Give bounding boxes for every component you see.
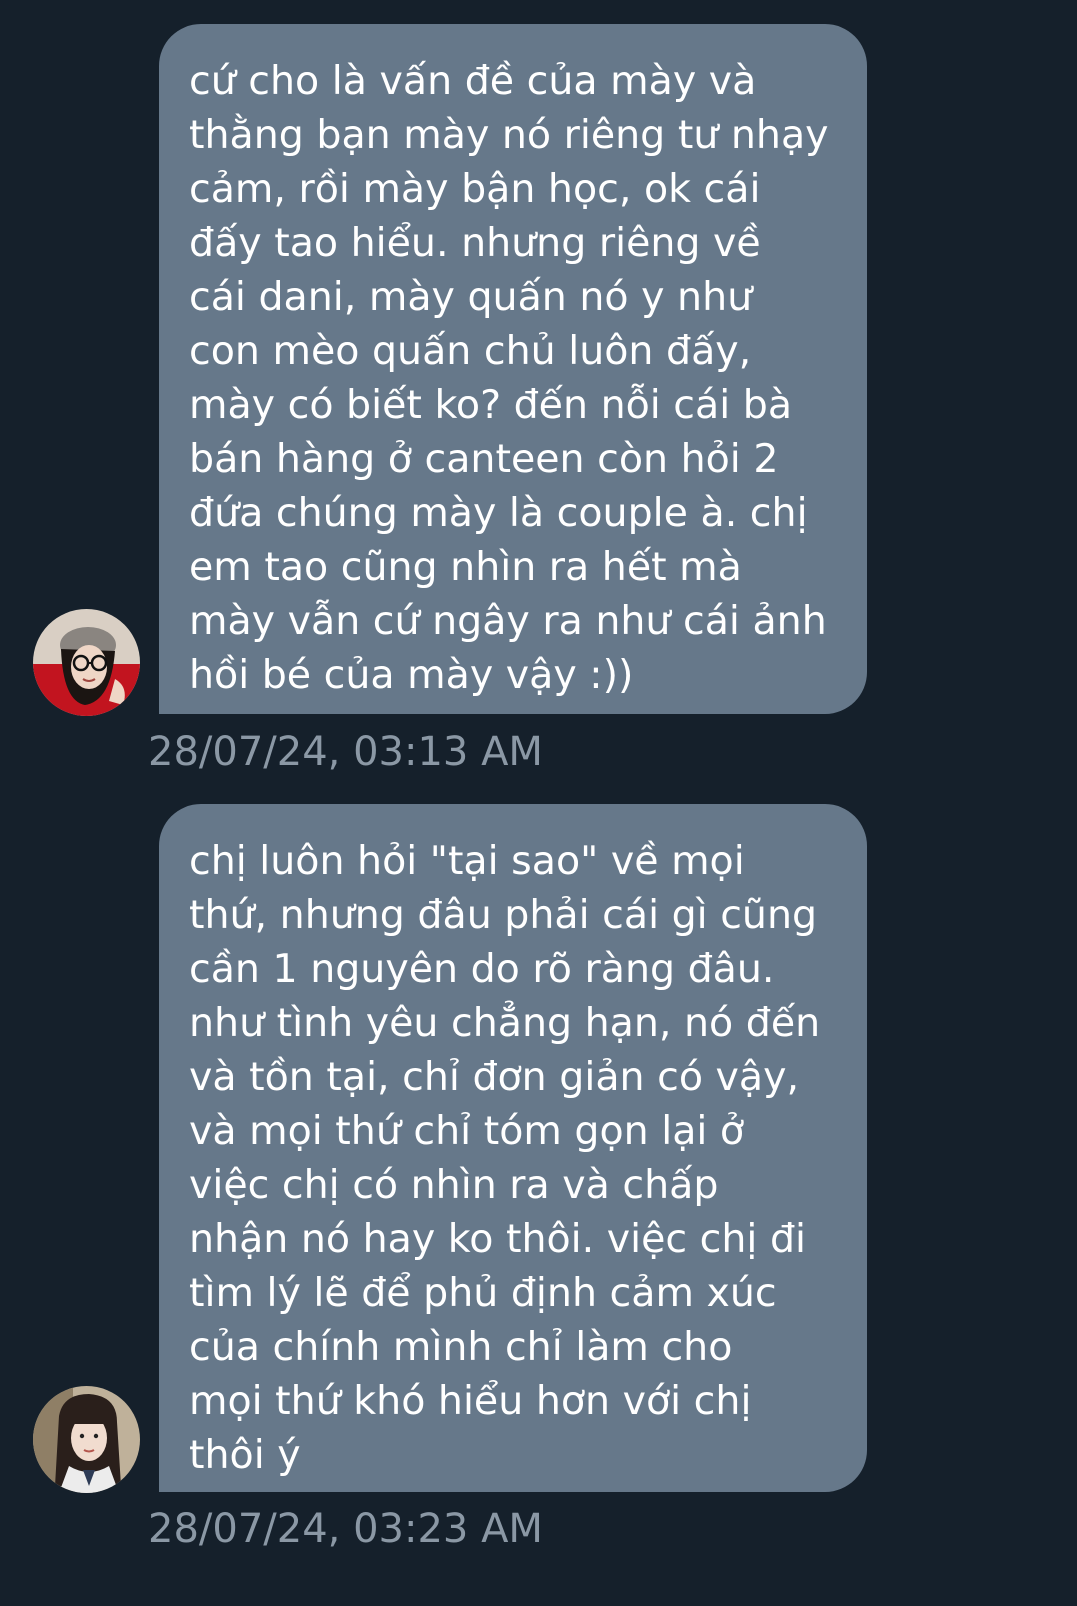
message-timestamp: 28/07/24, 03:13 AM [148,729,543,775]
message-bubble[interactable]: chị luôn hỏi "tại sao" về mọi thứ, nhưng… [159,804,867,1492]
avatar-photo-2 [33,1386,140,1493]
message-text: chị luôn hỏi "tại sao" về mọi thứ, nhưng… [189,838,821,1478]
message-timestamp: 28/07/24, 03:23 AM [148,1506,543,1552]
message-thread: cứ cho là vấn đề của mày và thằng bạn mà… [0,0,1077,1606]
message-text: cứ cho là vấn đề của mày và thằng bạn mà… [189,58,829,698]
avatar-photo-1 [33,609,140,716]
sender-avatar[interactable] [33,609,140,716]
sender-avatar[interactable] [33,1386,140,1493]
message-bubble[interactable]: cứ cho là vấn đề của mày và thằng bạn mà… [159,24,867,714]
